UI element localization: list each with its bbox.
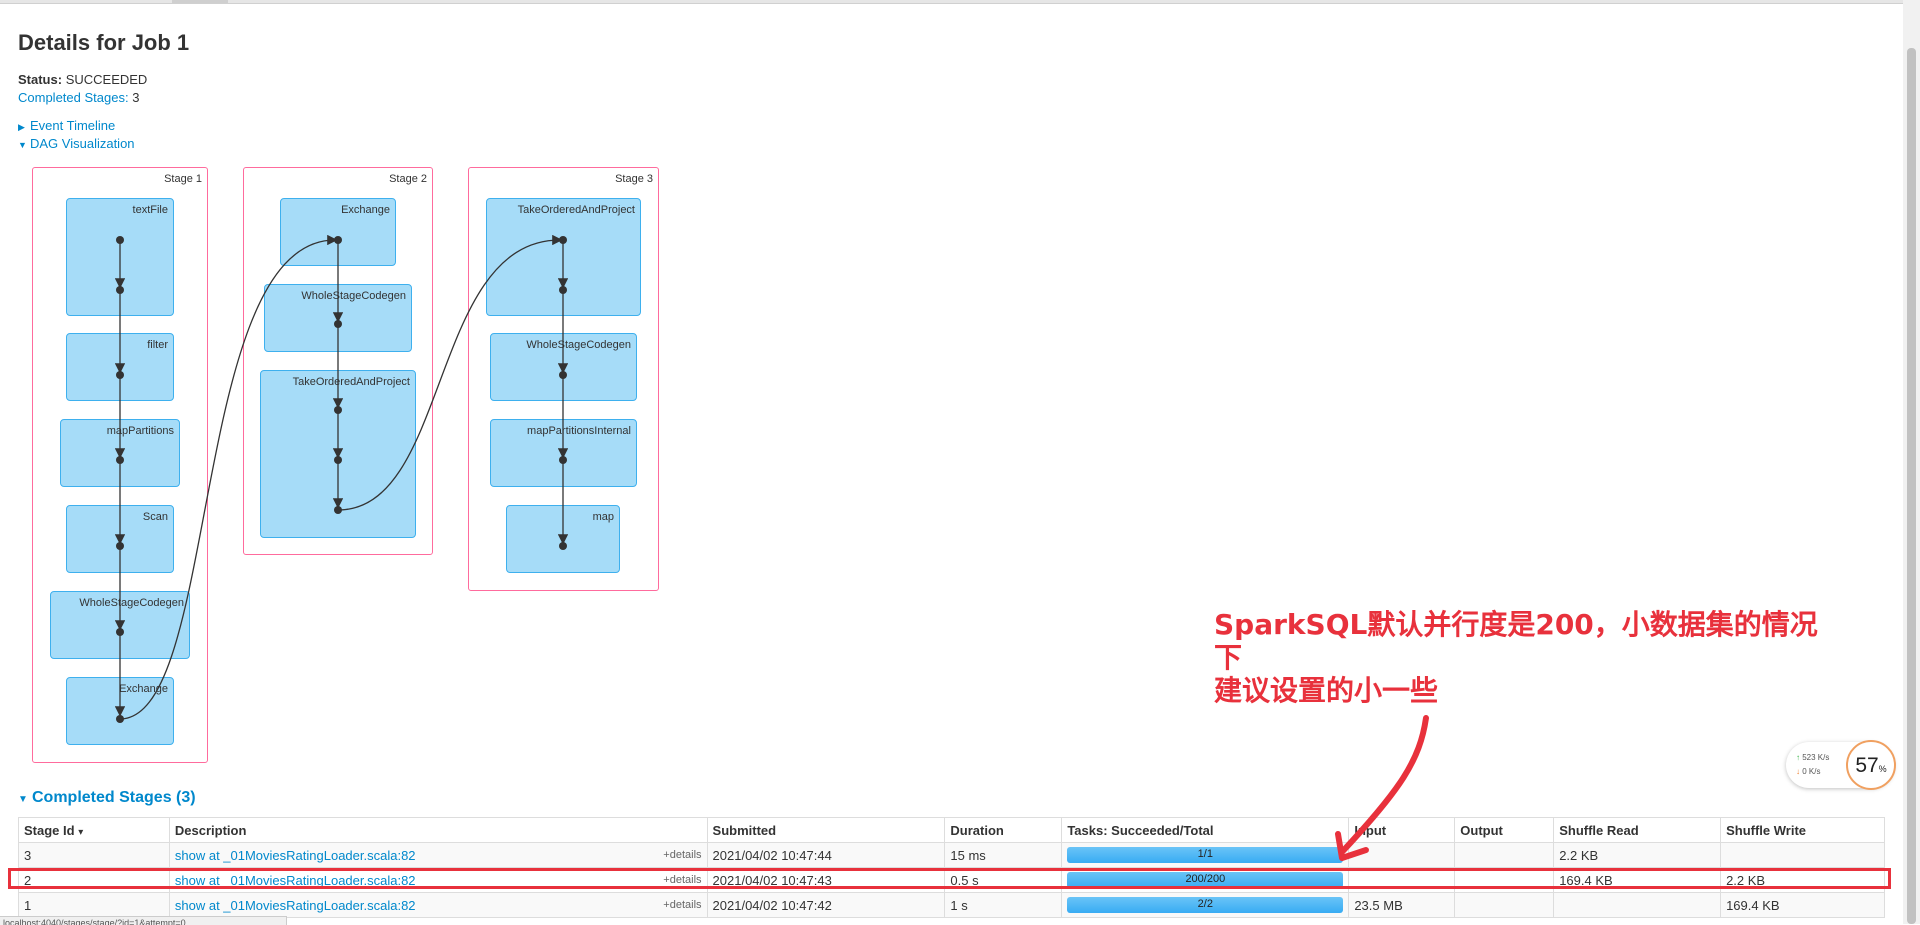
op-label: mapPartitionsInternal [527, 425, 631, 437]
op-wholestagecodegen[interactable]: WholeStageCodegen [264, 284, 412, 352]
highlight-box [8, 868, 1891, 889]
op-textfile[interactable]: textFile [66, 198, 174, 316]
usage-percent: 57% [1848, 754, 1894, 778]
op-label: textFile [132, 204, 168, 216]
cell-shuffle-write: 169.4 KB [1720, 892, 1885, 918]
op-label: WholeStageCodegen [301, 290, 406, 302]
op-mappartitionsinternal[interactable]: mapPartitionsInternal [490, 419, 637, 487]
tasks-progress-bar: 2/2 [1067, 897, 1344, 913]
cell-description: show at _01MoviesRatingLoader.scala:82 +d… [168, 842, 708, 868]
cell-tasks: 1/1 [1061, 842, 1350, 868]
op-takeorderedandproject[interactable]: TakeOrderedAndProject [486, 198, 641, 316]
op-label: TakeOrderedAndProject [517, 204, 635, 216]
op-scan[interactable]: Scan [66, 505, 174, 573]
annotation-line-2: 建议设置的小一些 [1214, 674, 1439, 707]
details-toggle[interactable]: +details [663, 899, 701, 911]
op-map[interactable]: map [506, 505, 620, 573]
op-wholestagecodegen[interactable]: WholeStageCodegen [490, 333, 637, 401]
col-duration[interactable]: Duration [944, 817, 1063, 843]
tasks-progress-label: 2/2 [1197, 898, 1213, 910]
download-speed-value: 0 K/s [1802, 767, 1821, 776]
op-filter[interactable]: filter [66, 333, 174, 401]
col-tasks[interactable]: Tasks: Succeeded/Total [1061, 817, 1350, 843]
cell-input: 23.5 MB [1348, 892, 1456, 918]
stage-label: Stage 3 [615, 173, 653, 185]
cell-stage-id: 1 [18, 892, 170, 918]
op-label: mapPartitions [106, 425, 174, 437]
stage-label: Stage 1 [164, 173, 202, 185]
stage-description-link[interactable]: show at _01MoviesRatingLoader.scala:82 [175, 898, 416, 913]
op-exchange[interactable]: Exchange [66, 677, 174, 745]
op-label: TakeOrderedAndProject [292, 376, 410, 388]
table-header-row: Stage Id ▾ Description Submitted Duratio… [18, 817, 1885, 843]
usage-ring: 57% [1846, 740, 1896, 790]
col-shuffle-read[interactable]: Shuffle Read [1553, 817, 1722, 843]
op-wholestagecodegen[interactable]: WholeStageCodegen [50, 591, 190, 659]
op-exchange[interactable]: Exchange [280, 198, 396, 266]
table-row: 3 show at _01MoviesRatingLoader.scala:82 +… [18, 842, 1885, 868]
stage-description-link[interactable]: show at _01MoviesRatingLoader.scala:82 [175, 848, 416, 863]
vertical-scrollbar[interactable] [1903, 0, 1920, 924]
header-label: Stage Id [24, 822, 75, 838]
op-mappartitions[interactable]: mapPartitions [60, 419, 180, 487]
download-speed: ↓ 0 K/s [1796, 767, 1820, 776]
col-submitted[interactable]: Submitted [706, 817, 946, 843]
cell-duration: 15 ms [944, 842, 1063, 868]
scrollbar-thumb[interactable] [1907, 48, 1916, 924]
cell-shuffle-read [1553, 892, 1722, 918]
table-row: 1 show at _01MoviesRatingLoader.scala:82 +… [18, 892, 1885, 918]
col-output[interactable]: Output [1454, 817, 1555, 843]
cell-shuffle-read: 2.2 KB [1553, 842, 1722, 868]
op-label: Exchange [341, 204, 390, 216]
op-label: WholeStageCodegen [79, 597, 184, 609]
caret-down-icon: ▼ [18, 794, 28, 805]
details-toggle[interactable]: +details [663, 849, 701, 861]
cell-output [1454, 892, 1555, 918]
network-speed-widget[interactable]: ↑ 523 K/s ↓ 0 K/s 57% [1786, 740, 1896, 790]
op-takeorderedandproject[interactable]: TakeOrderedAndProject [260, 370, 416, 538]
cell-output [1454, 842, 1555, 868]
col-stage-id[interactable]: Stage Id ▾ [18, 817, 170, 843]
usage-percent-value: 57 [1855, 754, 1879, 777]
op-label: filter [147, 339, 168, 351]
col-input[interactable]: Input [1348, 817, 1456, 843]
arrow-down-icon: ↓ [1796, 767, 1800, 776]
annotation-text: SparkSQL默认并行度是200，小数据集的情况下 建议设置的小一些 [1214, 608, 1834, 707]
op-label: Scan [142, 511, 168, 523]
dag-visualization: Stage 1 textFile filter mapPartitions Sc… [0, 0, 700, 780]
completed-stages-title: Completed Stages (3) [32, 789, 196, 806]
stage-label: Stage 2 [389, 173, 427, 185]
annotation-line-1: SparkSQL默认并行度是200，小数据集的情况下 [1214, 608, 1818, 674]
tasks-progress-label: 1/1 [1197, 848, 1213, 860]
completed-stages-header[interactable]: ▼ Completed Stages (3) [18, 789, 196, 807]
op-label: map [592, 511, 614, 523]
tasks-progress-bar: 1/1 [1067, 847, 1344, 863]
upload-speed-value: 523 K/s [1802, 753, 1830, 762]
cell-description: show at _01MoviesRatingLoader.scala:82 +d… [168, 892, 708, 918]
sort-desc-icon: ▾ [78, 826, 84, 838]
arrow-up-icon: ↑ [1796, 753, 1800, 762]
cell-shuffle-write [1720, 842, 1885, 868]
op-label: Exchange [119, 683, 168, 695]
cell-duration: 1 s [944, 892, 1063, 918]
cell-submitted: 2021/04/02 10:47:44 [706, 842, 946, 868]
col-description[interactable]: Description [168, 817, 708, 843]
upload-speed: ↑ 523 K/s [1796, 753, 1829, 762]
cell-input [1348, 842, 1456, 868]
usage-percent-unit: % [1878, 764, 1887, 774]
cell-tasks: 2/2 [1061, 892, 1350, 918]
cell-submitted: 2021/04/02 10:47:42 [706, 892, 946, 918]
op-label: WholeStageCodegen [526, 339, 631, 351]
col-shuffle-write[interactable]: Shuffle Write [1720, 817, 1885, 843]
cell-stage-id: 3 [18, 842, 170, 868]
